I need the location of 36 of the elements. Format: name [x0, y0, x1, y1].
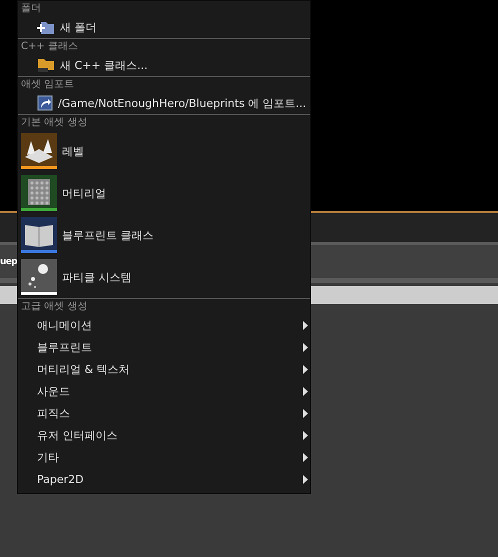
menu-item[interactable]: 머티리얼	[18, 172, 310, 214]
menu-item[interactable]: 레벨	[18, 130, 310, 172]
folder-icon	[37, 57, 55, 73]
section-header: 고급 애셋 생성	[20, 300, 88, 314]
submenu-item[interactable]: 유저 인터페이스	[18, 424, 310, 446]
caret-icon	[303, 320, 308, 330]
section-header: 기본 애셋 생성	[20, 116, 88, 130]
section-header: 애셋 임포트	[20, 78, 76, 92]
menu-item[interactable]: 새 폴더	[18, 16, 310, 38]
caret-icon	[303, 408, 308, 418]
submenu-item[interactable]: Paper2D	[18, 468, 310, 490]
caret-icon	[303, 342, 308, 352]
sparkle-icon	[21, 259, 57, 295]
level-icon	[21, 133, 57, 169]
submenu-item[interactable]: 머티리얼 & 텍스처	[18, 358, 310, 380]
section-header: 폴더	[20, 2, 42, 16]
submenu-item[interactable]: 피직스	[18, 402, 310, 424]
caret-icon	[303, 386, 308, 396]
menu-item[interactable]: 새 C++ 클래스...	[18, 54, 310, 76]
caret-icon	[303, 474, 308, 484]
folder-icon	[37, 19, 55, 35]
menu-item[interactable]: 파티클 시스템	[18, 256, 310, 298]
submenu-item[interactable]: 사운드	[18, 380, 310, 402]
caret-icon	[303, 452, 308, 462]
submenu-item[interactable]: 블루프린트	[18, 336, 310, 358]
submenu-item[interactable]: 애니메이션	[18, 314, 310, 336]
menu-item[interactable]: /Game/NotEnoughHero/Blueprints 에 임포트...	[18, 92, 310, 114]
import-icon	[37, 95, 53, 111]
section-header: C++ 클래스	[20, 40, 79, 54]
material-icon	[21, 175, 57, 211]
menu-item[interactable]: 블루프린트 클래스	[18, 214, 310, 256]
book-icon	[21, 217, 57, 253]
caret-icon	[303, 430, 308, 440]
submenu-item[interactable]: 기타	[18, 446, 310, 468]
tab-label: uep	[0, 256, 18, 266]
caret-icon	[303, 364, 308, 374]
